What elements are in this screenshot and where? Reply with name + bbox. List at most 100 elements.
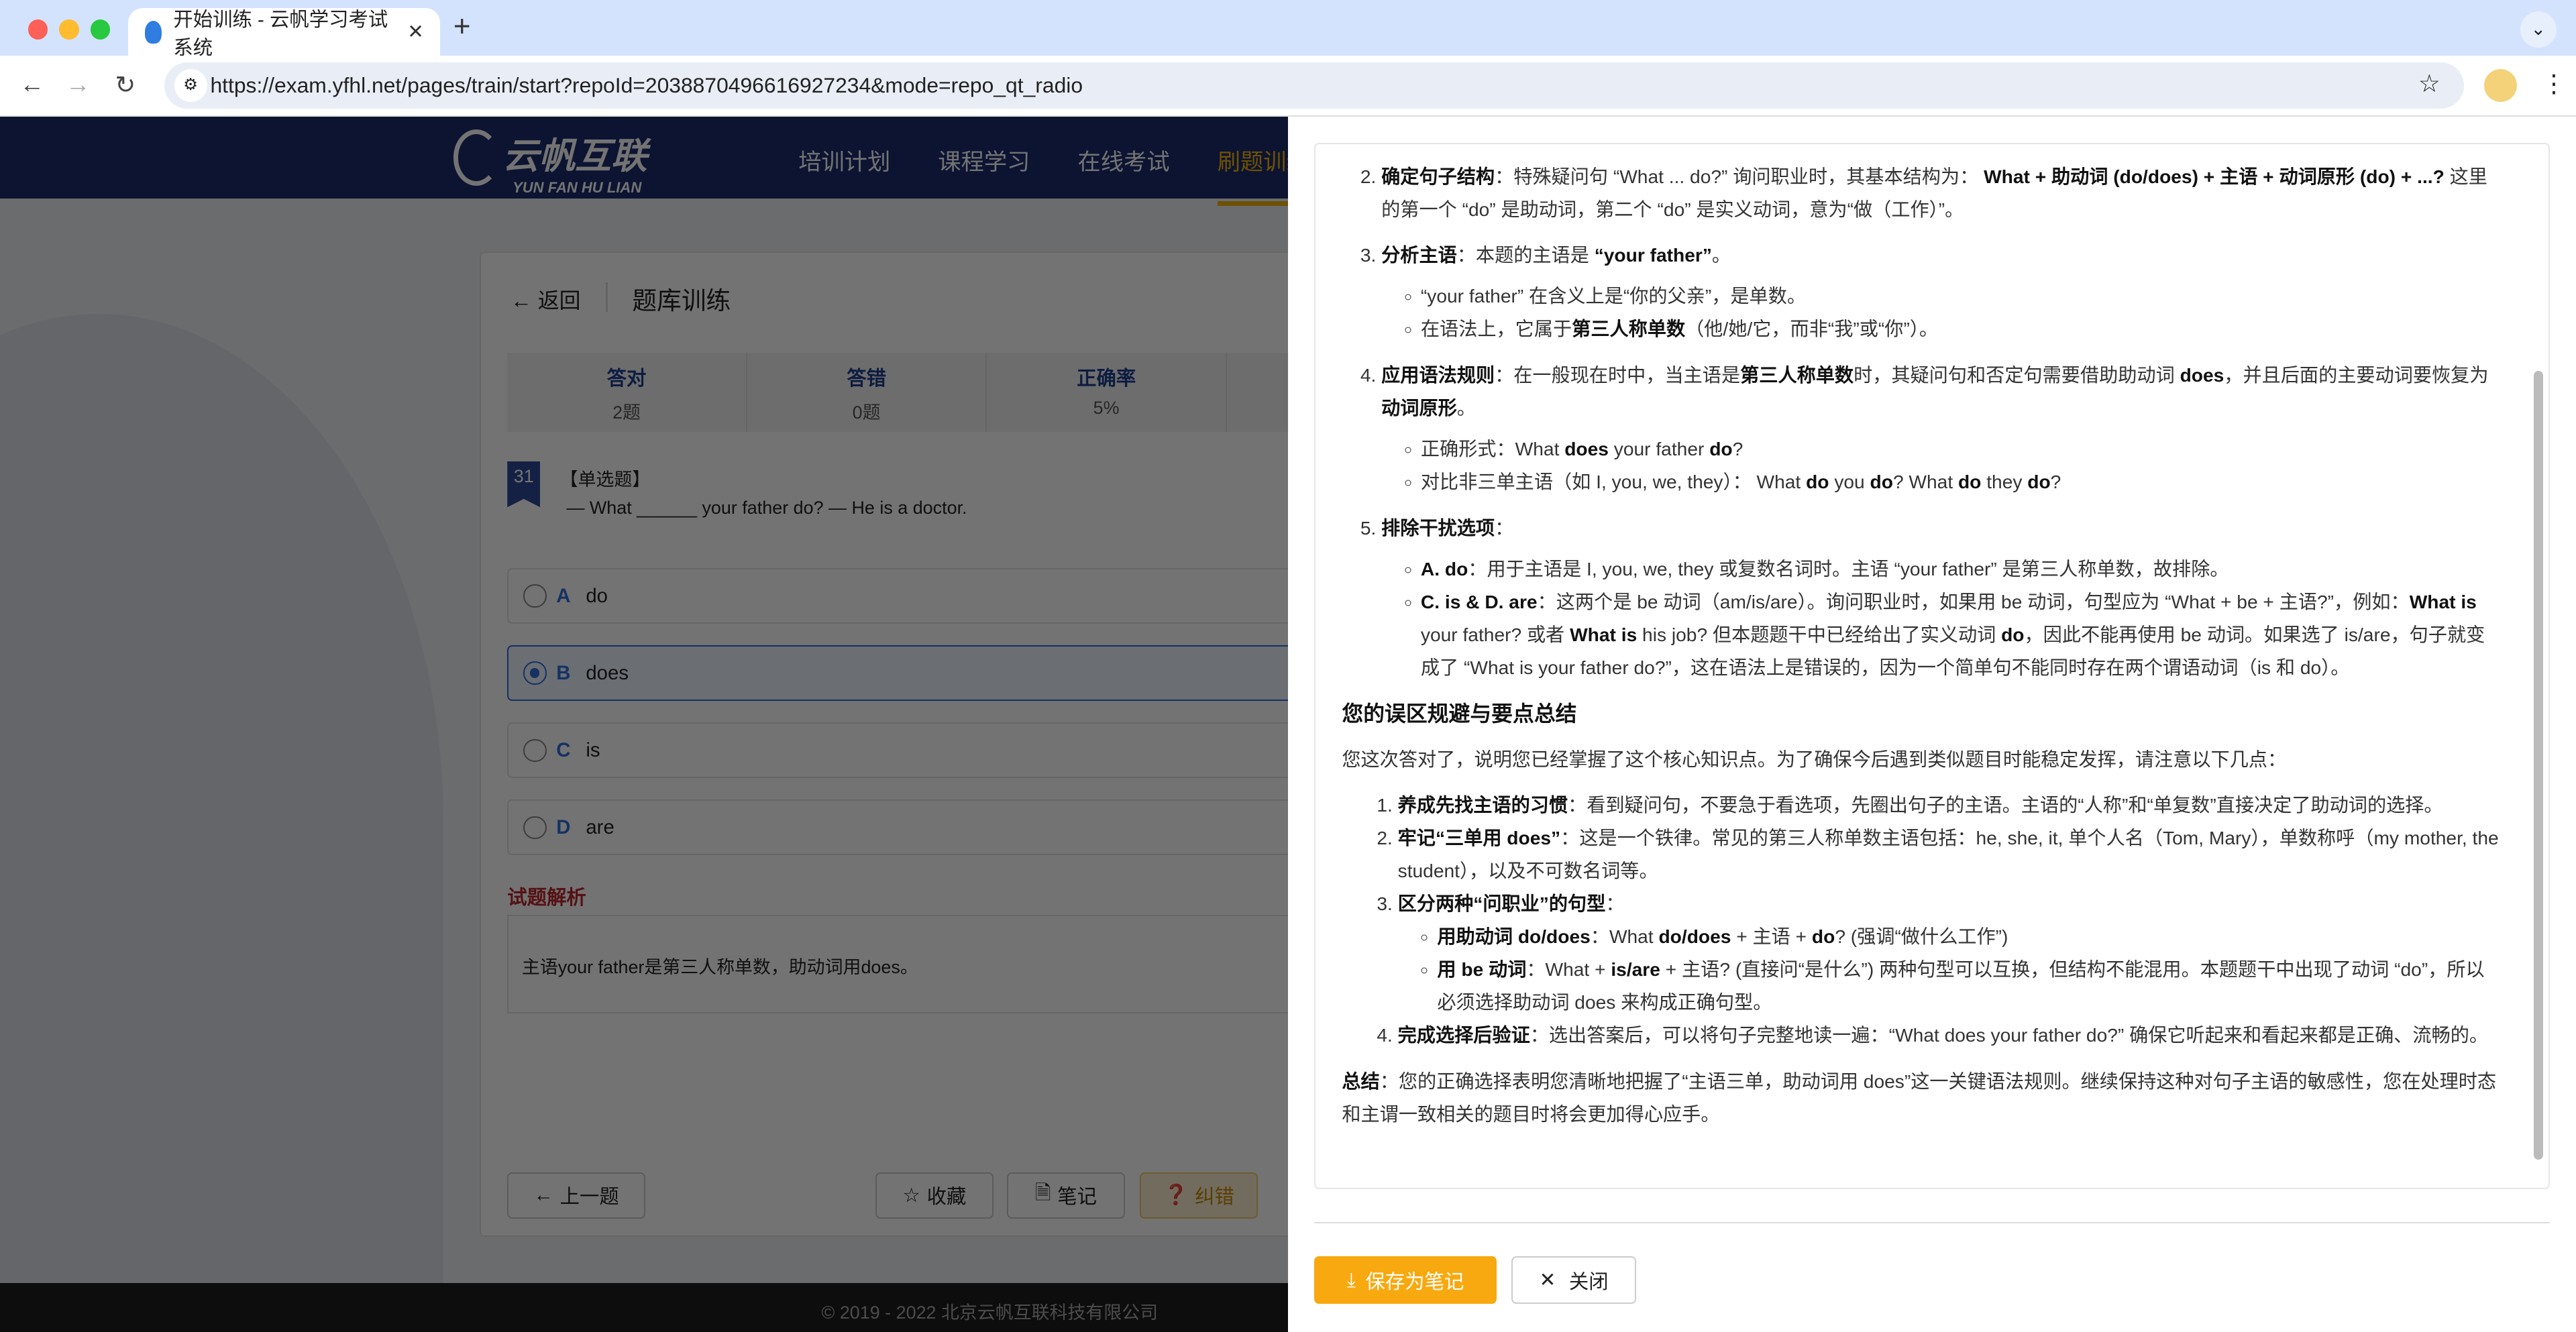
browser-tab-bar: 开始训练 - 云帆学习考试系统 ✕ + ⌄ xyxy=(0,0,2576,59)
bold-segment: What + 助动词 (do/does) + 主语 + 动词原形 (do) + … xyxy=(1984,166,2445,187)
profile-avatar[interactable] xyxy=(2483,68,2517,102)
url-field[interactable]: ⚙ https://exam.yfhl.net/pages/train/star… xyxy=(164,62,2465,109)
divider xyxy=(1314,1222,2550,1224)
option-b[interactable]: Bdoes xyxy=(507,645,1346,702)
list-item: 排除干扰选项： A. do：用于主语是 I, you, we, they 或复数名… xyxy=(1381,512,2502,685)
bold-segment: 养成先找主语的习惯 xyxy=(1397,795,1568,816)
bold-segment: 区分两种“问职业”的句型 xyxy=(1397,893,1606,915)
text-segment: ：这是一个铁律。常见的第三人称单数主语包括：he, she, it, 单个人名（… xyxy=(1397,828,2499,882)
list-item: 养成先找主语的习惯：看到疑问句，不要急于看选项，先圈出句子的主语。主语的“人称”… xyxy=(1398,789,2503,822)
scrollbar[interactable] xyxy=(2533,371,2544,1160)
radio-button[interactable] xyxy=(523,584,547,608)
radio-button[interactable] xyxy=(523,738,547,762)
minimize-window-button[interactable] xyxy=(59,19,79,40)
text-segment: + 主语 + xyxy=(1731,926,1812,948)
bold-segment: do xyxy=(1806,471,1829,493)
bold-segment: 总结 xyxy=(1342,1070,1380,1092)
tab-search-chevron-icon[interactable]: ⌄ xyxy=(2520,11,2557,48)
page-title: 题库训练 xyxy=(632,287,731,315)
summary-heading: 您的误区规避与要点总结 xyxy=(1342,702,1577,726)
list-item: 分析主语：本题的主语是 “your father”。 “your father” … xyxy=(1381,239,2502,346)
sub-list-item: 用助动词 do/does：What do/does + 主语 + do? (强调… xyxy=(1437,921,2502,954)
option-c[interactable]: Cis xyxy=(507,722,1346,779)
sub-list-item: 对比非三单主语（如 I, you, we, they）： What do you… xyxy=(1421,466,2502,499)
site-settings-icon[interactable]: ⚙ xyxy=(174,68,207,102)
nav-course-study[interactable]: 课程学习 xyxy=(938,143,1030,176)
radio-button[interactable] xyxy=(523,661,547,685)
star-icon: ☆ xyxy=(902,1184,920,1207)
nav-training-plan[interactable]: 培训计划 xyxy=(798,143,890,176)
back-button[interactable]: ← 返回 xyxy=(511,284,580,315)
tab-title: 开始训练 - 云帆学习考试系统 xyxy=(173,8,388,59)
bold-segment: What is xyxy=(1570,624,1638,645)
reload-icon[interactable]: ↻ xyxy=(115,70,136,99)
bold-segment: “your father” xyxy=(1594,245,1712,266)
save-as-note-button[interactable]: ⤓ 保存为笔记 xyxy=(1314,1256,1497,1305)
bold-segment: 排除干扰选项 xyxy=(1381,517,1495,539)
bold-segment: does xyxy=(2180,364,2224,386)
list-item: 确定句子结构：特殊疑问句 “What ... do?” 询问职业时，其基本结构为… xyxy=(1381,161,2502,227)
option-a[interactable]: Ado xyxy=(507,567,1346,624)
stat-accuracy: 正确率 5% xyxy=(987,353,1227,432)
text-segment: （他/她/它，而非“我”或“你”）。 xyxy=(1685,319,1939,340)
question-text: — What ______ your father do? — He is a … xyxy=(566,497,967,518)
text-segment: they xyxy=(1981,471,2028,493)
browser-tab[interactable]: 开始训练 - 云帆学习考试系统 ✕ xyxy=(128,8,441,59)
radio-button[interactable] xyxy=(523,816,547,839)
analysis-box: 主语your father是第三人称单数，助动词用does。 xyxy=(507,914,1346,1013)
bold-segment: 应用语法规则 xyxy=(1381,364,1495,386)
text-segment: ：What + xyxy=(1526,959,1611,981)
summary-intro: 您这次答对了，说明您已经掌握了这个核心知识点。为了确保今后遇到类似题目时能稳定发… xyxy=(1342,748,2287,770)
text-segment: ：本题的主语是 xyxy=(1456,245,1595,266)
back-arrow-icon[interactable]: ← xyxy=(19,70,44,99)
text-segment: ? (强调“做什么工作”) xyxy=(1835,926,2008,948)
bold-segment: is/are xyxy=(1611,959,1660,981)
site-logo[interactable]: 云帆互联 YUN FAN HU LIAN xyxy=(453,127,647,197)
stat-correct: 答对 2题 xyxy=(507,353,747,432)
browser-menu-icon[interactable]: ⋮ xyxy=(2542,69,2567,98)
bold-segment: do xyxy=(2027,471,2051,493)
bold-segment: 分析主语 xyxy=(1381,245,1457,266)
bold-segment: do xyxy=(1870,471,1893,493)
maximize-window-button[interactable] xyxy=(90,19,111,40)
text-segment: ：用于主语是 I, you, we, they 或复数名词时。主语 “your … xyxy=(1468,558,2229,579)
site-favicon-icon xyxy=(144,20,162,44)
text-segment: ：What xyxy=(1590,926,1659,948)
close-button[interactable]: ✕ 关闭 xyxy=(1511,1256,1637,1305)
stat-value: 5% xyxy=(1093,397,1120,418)
url-text: https://exam.yfhl.net/pages/train/start?… xyxy=(210,72,1083,97)
report-error-button[interactable]: ❓ 纠错 xyxy=(1140,1172,1258,1219)
option-d[interactable]: Dare xyxy=(507,799,1346,856)
sub-list-item: C. is & D. are：这两个是 be 动词（am/is/are）。询问职… xyxy=(1421,586,2502,685)
logo-text: 云帆互联 xyxy=(502,135,647,176)
text-segment: ：看到疑问句，不要急于看选项，先圈出句子的主语。主语的“人称”和“单复数”直接决… xyxy=(1568,795,2443,816)
close-window-button[interactable] xyxy=(28,19,48,40)
sub-list-item: 用 be 动词：What + is/are + 主语? (直接问“是什么”) 两… xyxy=(1437,954,2502,1019)
bold-segment: does xyxy=(1564,439,1609,460)
forward-arrow-icon[interactable]: → xyxy=(66,70,91,99)
nav-online-exam[interactable]: 在线考试 xyxy=(1078,143,1170,176)
close-tab-icon[interactable]: ✕ xyxy=(407,20,424,44)
question-type: 【单选题】 xyxy=(559,469,651,490)
option-text: do xyxy=(586,584,608,607)
note-button[interactable]: 🗎 笔记 xyxy=(1006,1172,1126,1219)
option-letter: D xyxy=(556,816,571,838)
address-bar-row: ← → ↻ ⚙ https://exam.yfhl.net/pages/trai… xyxy=(0,56,2576,117)
text-segment: ：在一般现在时中，当主语是 xyxy=(1495,364,1741,386)
analysis-content[interactable]: 确定句子结构：特殊疑问句 “What ... do?” 询问职业时，其基本结构为… xyxy=(1314,143,2550,1190)
prev-question-button[interactable]: ← 上一题 xyxy=(507,1172,645,1219)
bold-segment: 用 be 动词 xyxy=(1437,959,1527,981)
option-letter: B xyxy=(556,661,571,684)
text-segment: 。 xyxy=(1456,397,1476,419)
ai-analysis-drawer: 确定句子结构：特殊疑问句 “What ... do?” 询问职业时，其基本结构为… xyxy=(1288,116,2576,1332)
bold-segment: do xyxy=(1957,471,1982,493)
logo-subtext: YUN FAN HU LIAN xyxy=(513,178,642,196)
sub-list-item: 正确形式：What does your father do? xyxy=(1421,433,2502,466)
text-segment: 对比非三单主语（如 I, you, we, they）： What xyxy=(1420,471,1807,493)
bookmark-star-icon[interactable]: ☆ xyxy=(2418,69,2440,98)
new-tab-icon[interactable]: + xyxy=(453,10,471,44)
stat-value: 0题 xyxy=(852,402,881,423)
favorite-button[interactable]: ☆ 收藏 xyxy=(875,1172,994,1219)
button-label: 关闭 xyxy=(1568,1270,1609,1293)
text-segment: you xyxy=(1829,471,1870,493)
